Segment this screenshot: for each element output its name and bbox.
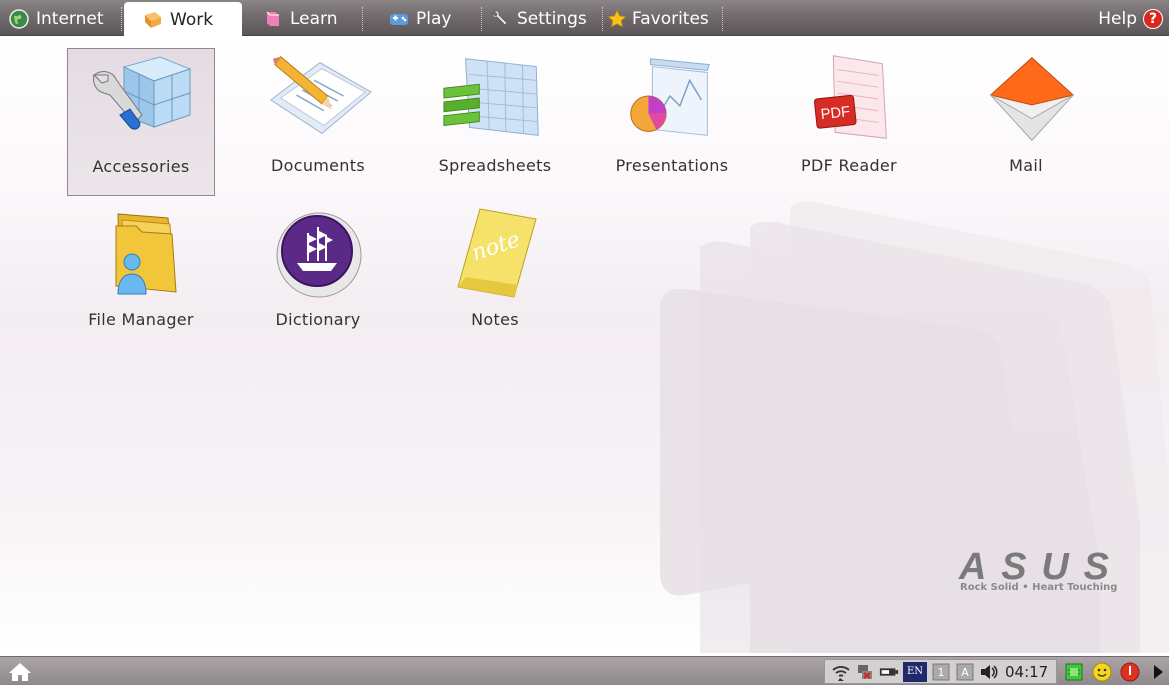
tab-play-label: Play [416,9,452,29]
dictionary-icon [263,204,373,300]
app-spreadsheets-label: Spreadsheets [438,156,552,175]
tab-favorites[interactable]: Favorites [606,2,709,36]
system-tray: EN 1 A 04:17 [824,659,1058,684]
top-tab-bar: Internet Work Learn Play Settings Favori… [0,0,1169,37]
app-mail[interactable]: Mail [952,48,1100,196]
wrench-icon [489,8,511,30]
svg-text:A: A [961,666,969,679]
app-accessories[interactable]: Accessories [67,48,215,196]
system-tray-right [1060,661,1169,683]
app-dictionary-label: Dictionary [275,310,361,329]
app-pdf-reader[interactable]: PDF PDF Reader [775,48,923,196]
spreadsheets-icon [440,50,550,146]
notes-icon: note [440,204,550,300]
app-mail-label: Mail [1009,156,1043,175]
tab-internet[interactable]: Internet [8,2,104,36]
smiley-icon[interactable] [1091,661,1113,683]
documents-icon [263,50,373,146]
file-manager-icon [86,204,196,300]
app-documents[interactable]: Documents [244,48,392,196]
globe-icon [8,8,30,30]
keyboard-1-icon[interactable]: 1 [931,662,951,682]
tab-learn-label: Learn [290,9,338,29]
svg-text:PDF: PDF [820,104,851,123]
tab-divider [602,7,603,31]
book-icon [262,8,284,30]
presentations-icon [617,50,727,146]
help-question-icon: ? [1143,9,1163,29]
tab-work-label: Work [170,9,214,30]
app-pdf-reader-label: PDF Reader [801,156,897,175]
briefcase-icon [142,9,164,31]
app-file-manager-label: File Manager [88,310,194,329]
asus-tagline: Rock Solid • Heart Touching [960,582,1118,593]
language-indicator[interactable]: EN [903,661,927,682]
taskbar: EN 1 A 04:17 [0,656,1169,685]
keyboard-a-icon[interactable]: A [955,662,975,682]
app-documents-label: Documents [271,156,365,175]
star-icon [606,8,628,30]
tab-settings-label: Settings [517,9,587,29]
wifi-icon[interactable] [831,662,851,682]
tab-divider [481,7,482,31]
mail-icon [971,50,1081,146]
svg-text:1: 1 [938,666,945,679]
chip-icon[interactable] [1063,661,1085,683]
accessories-icon [86,51,196,147]
tab-divider [362,7,363,31]
tab-favorites-label: Favorites [632,9,709,29]
tab-internet-label: Internet [36,9,104,29]
asus-logo: ASUS [958,546,1109,588]
clock[interactable]: 04:17 [1005,663,1048,681]
pdf-reader-icon: PDF [794,50,904,146]
app-notes-label: Notes [471,310,519,329]
network-off-icon[interactable] [855,662,875,682]
tab-divider [722,7,723,31]
gamepad-icon [388,8,410,30]
app-dictionary[interactable]: Dictionary [244,202,392,350]
launcher-area: Accessories Documents Spreadsheets Prese… [0,37,1169,656]
app-presentations-label: Presentations [615,156,729,175]
tab-learn[interactable]: Learn [262,2,338,36]
home-icon[interactable] [8,661,32,683]
tab-divider [121,7,122,31]
app-presentations[interactable]: Presentations [598,48,746,196]
help-label: Help [1098,9,1137,29]
tab-play[interactable]: Play [388,2,451,36]
help-button[interactable]: Help ? [1098,2,1163,36]
app-notes[interactable]: note Notes [421,202,569,350]
arrow-right-icon[interactable] [1147,661,1169,683]
power-icon[interactable] [1119,661,1141,683]
app-file-manager[interactable]: File Manager [67,202,215,350]
battery-icon[interactable] [879,662,899,682]
tab-work[interactable]: Work [124,2,242,37]
app-spreadsheets[interactable]: Spreadsheets [421,48,569,196]
app-accessories-label: Accessories [92,157,190,176]
tab-settings[interactable]: Settings [489,2,587,36]
volume-icon[interactable] [979,662,999,682]
